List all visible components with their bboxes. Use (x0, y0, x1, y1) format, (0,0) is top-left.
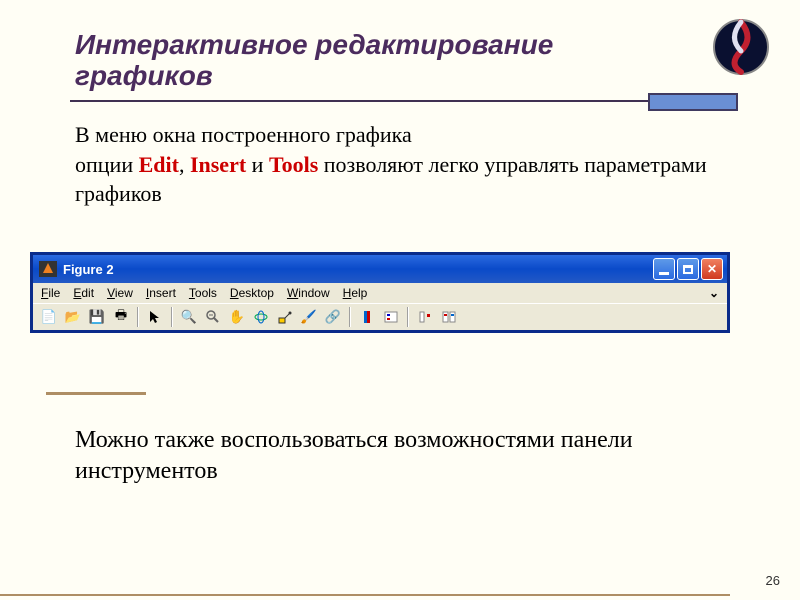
slide-title: Интерактивное редактирование графиков (75, 30, 553, 92)
pointer-icon[interactable] (145, 307, 165, 327)
title-accent-bar (648, 93, 738, 111)
zoom-out-icon[interactable] (203, 307, 223, 327)
menu-file[interactable]: FFileile (41, 286, 60, 300)
toolbar: 📄 📂 💾 🖶 🔍 ✋ 🖌️ 🔗 (33, 303, 727, 330)
separator (171, 307, 173, 327)
link-icon[interactable]: 🔗 (323, 307, 343, 327)
word-and: и (246, 152, 269, 177)
body-text: В меню окна построенного графика опции E… (75, 120, 715, 209)
title-underline (70, 100, 700, 102)
save-icon[interactable]: 💾 (87, 307, 107, 327)
body-p2: опции Edit, Insert и Tools позволяют лег… (75, 150, 715, 209)
rotate-3d-icon[interactable] (251, 307, 271, 327)
legend-icon[interactable] (381, 307, 401, 327)
menu-corner-icon[interactable]: ⌄ (709, 286, 719, 300)
page-number: 26 (766, 573, 780, 588)
word-tools: Tools (269, 152, 318, 177)
slide-logo (712, 18, 770, 76)
menu-view[interactable]: View (107, 286, 133, 300)
colorbar-icon[interactable] (357, 307, 377, 327)
word-insert: Insert (190, 152, 246, 177)
accent-line-bottom (0, 594, 730, 596)
menu-help[interactable]: Help (343, 286, 368, 300)
menu-desktop[interactable]: Desktop (230, 286, 274, 300)
menu-insert[interactable]: Insert (146, 286, 176, 300)
figure-window: Figure 2 ✕ FFileile Edit View Insert Too… (30, 252, 730, 333)
separator (407, 307, 409, 327)
show-plot-icon[interactable] (439, 307, 459, 327)
matlab-icon (39, 261, 57, 277)
menubar: FFileile Edit View Insert Tools Desktop … (33, 283, 727, 303)
title-line-2: графиков (75, 61, 553, 92)
comma: , (179, 152, 190, 177)
open-folder-icon[interactable]: 📂 (63, 307, 83, 327)
window-title: Figure 2 (63, 262, 114, 277)
pan-hand-icon[interactable]: ✋ (227, 307, 247, 327)
body-p1: В меню окна построенного графика (75, 120, 715, 150)
titlebar[interactable]: Figure 2 ✕ (33, 255, 727, 283)
separator (349, 307, 351, 327)
separator (137, 307, 139, 327)
print-icon[interactable]: 🖶 (111, 307, 131, 327)
zoom-in-icon[interactable]: 🔍 (179, 307, 199, 327)
data-cursor-icon[interactable] (275, 307, 295, 327)
brush-icon[interactable]: 🖌️ (299, 307, 319, 327)
accent-line-left (46, 392, 146, 395)
body-p2a: опции (75, 152, 139, 177)
body-text-2: Можно также воспользоваться возможностям… (75, 425, 715, 487)
maximize-button[interactable] (677, 258, 699, 280)
menu-window[interactable]: Window (287, 286, 330, 300)
close-button[interactable]: ✕ (701, 258, 723, 280)
title-line-1: Интерактивное редактирование (75, 30, 553, 61)
menu-tools[interactable]: Tools (189, 286, 217, 300)
minimize-button[interactable] (653, 258, 675, 280)
menu-edit[interactable]: Edit (73, 286, 94, 300)
hide-plot-icon[interactable] (415, 307, 435, 327)
word-edit: Edit (139, 152, 179, 177)
new-page-icon[interactable]: 📄 (39, 307, 59, 327)
